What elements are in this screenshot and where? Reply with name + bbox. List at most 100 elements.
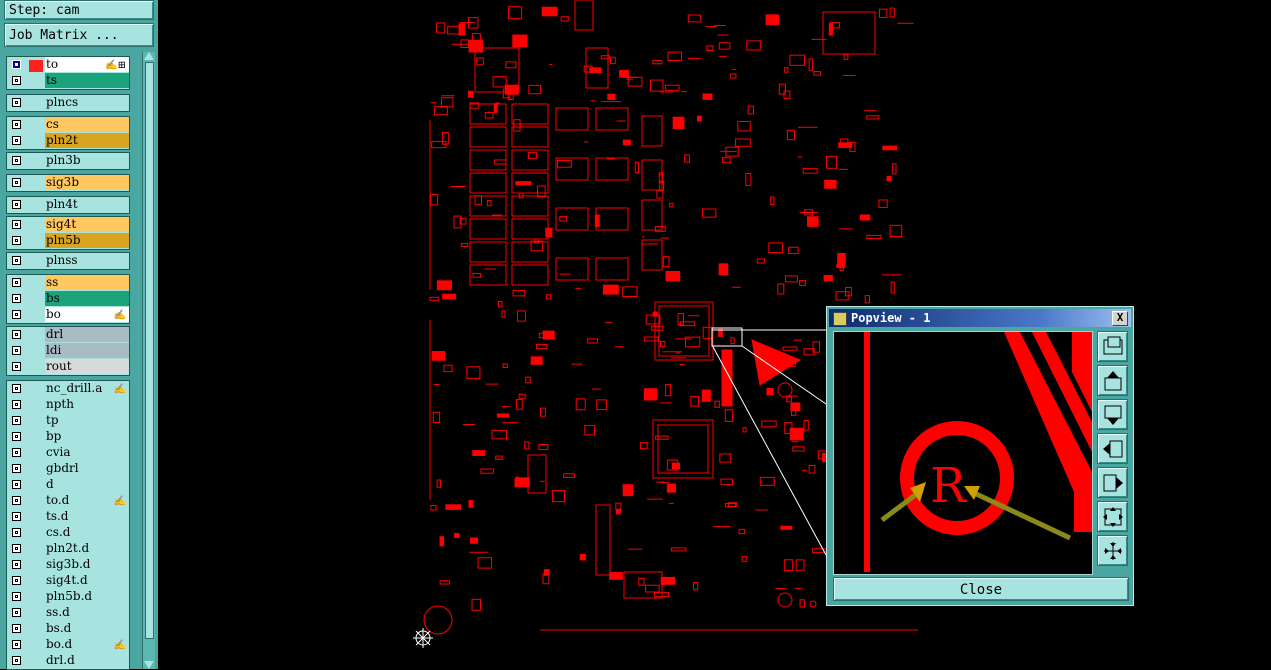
layer-row-pln2t-d[interactable]: pln2t.d xyxy=(7,541,131,557)
layer-checkbox[interactable] xyxy=(12,346,21,355)
layer-checkbox[interactable] xyxy=(12,98,21,107)
layer-name[interactable]: ts xyxy=(45,73,129,88)
layer-name[interactable]: sig4t xyxy=(45,217,129,232)
zoom-fit-tool-icon[interactable] xyxy=(1097,331,1128,362)
layer-checkbox[interactable] xyxy=(12,592,21,601)
layer-checkbox[interactable] xyxy=(12,136,21,145)
layer-name[interactable]: to ✍⊞ xyxy=(45,57,129,72)
layer-checkbox[interactable] xyxy=(12,362,21,371)
layer-name[interactable]: bs xyxy=(45,291,129,306)
layer-name[interactable]: cs.d xyxy=(45,525,129,540)
layer-name[interactable]: ts.d xyxy=(45,509,129,524)
layer-name[interactable]: sig3b xyxy=(45,175,129,190)
layer-row-bo-d[interactable]: bo.d ✍ xyxy=(7,637,131,653)
layer-name[interactable]: nc_drill.a ✍ xyxy=(45,381,129,396)
layer-row-drl-d[interactable]: drl.d xyxy=(7,653,131,669)
layer-name[interactable]: plnss xyxy=(45,253,129,268)
layer-checkbox[interactable] xyxy=(12,480,21,489)
layer-checkbox[interactable] xyxy=(12,278,21,287)
layer-row-pln2t[interactable]: pln2t xyxy=(7,133,131,149)
layer-checkbox[interactable] xyxy=(12,60,21,69)
scroll-down-arrow-icon[interactable] xyxy=(144,661,154,669)
layer-name[interactable]: gbdrl xyxy=(45,461,129,476)
layer-row-pln3b[interactable]: pln3b xyxy=(7,153,131,169)
layer-row-tp[interactable]: tp xyxy=(7,413,131,429)
layer-row-ts[interactable]: ts xyxy=(7,73,131,89)
layer-checkbox[interactable] xyxy=(12,330,21,339)
layer-row-plnss[interactable]: plnss xyxy=(7,253,131,269)
layer-checkbox[interactable] xyxy=(12,576,21,585)
layer-name[interactable]: pln3b xyxy=(45,153,129,168)
layer-row-cs[interactable]: cs xyxy=(7,117,131,133)
layer-row-drl[interactable]: drl xyxy=(7,327,131,343)
pan-left-icon[interactable] xyxy=(1097,433,1128,464)
pan-down-icon[interactable] xyxy=(1097,399,1128,430)
popview-canvas[interactable]: R xyxy=(833,331,1093,575)
layer-row-to[interactable]: to ✍⊞ xyxy=(7,57,131,73)
layer-row-npth[interactable]: npth xyxy=(7,397,131,413)
scroll-thumb[interactable] xyxy=(145,62,154,639)
layer-checkbox[interactable] xyxy=(12,528,21,537)
layer-name[interactable]: bs.d xyxy=(45,621,129,636)
layer-name[interactable]: bo.d ✍ xyxy=(45,637,129,652)
layer-name[interactable]: plncs xyxy=(45,95,129,110)
popview-titlebar[interactable]: Popview - 1 X xyxy=(829,309,1131,327)
layer-checkbox[interactable] xyxy=(12,544,21,553)
layer-checkbox[interactable] xyxy=(12,496,21,505)
pan-up-icon[interactable] xyxy=(1097,365,1128,396)
layer-row-ldi[interactable]: ldi xyxy=(7,343,131,359)
close-button[interactable]: Close xyxy=(833,577,1129,601)
layer-row-to-d[interactable]: to.d ✍ xyxy=(7,493,131,509)
pan-right-icon[interactable] xyxy=(1097,467,1128,498)
layer-scrollbar[interactable] xyxy=(142,52,155,669)
layer-row-nc-drill-a[interactable]: nc_drill.a ✍ xyxy=(7,381,131,397)
layer-row-sig4t[interactable]: sig4t xyxy=(7,217,131,233)
layer-row-pln5b-d[interactable]: pln5b.d xyxy=(7,589,131,605)
layer-checkbox[interactable] xyxy=(12,432,21,441)
layer-checkbox[interactable] xyxy=(12,400,21,409)
job-matrix-button[interactable]: Job Matrix ... xyxy=(4,23,154,47)
layer-row-ss[interactable]: ss xyxy=(7,275,131,291)
layer-checkbox[interactable] xyxy=(12,608,21,617)
layer-name[interactable]: npth xyxy=(45,397,129,412)
layer-row-sig3b-d[interactable]: sig3b.d xyxy=(7,557,131,573)
layer-row-gbdrl[interactable]: gbdrl xyxy=(7,461,131,477)
layer-checkbox[interactable] xyxy=(12,512,21,521)
layer-name[interactable]: drl.d xyxy=(45,653,129,668)
layer-name[interactable]: pln2t xyxy=(45,133,129,148)
layer-checkbox[interactable] xyxy=(12,236,21,245)
layer-name[interactable]: pln2t.d xyxy=(45,541,129,556)
layer-name[interactable]: cvia xyxy=(45,445,129,460)
layer-checkbox[interactable] xyxy=(12,560,21,569)
layer-checkbox[interactable] xyxy=(12,178,21,187)
layer-name[interactable]: bp xyxy=(45,429,129,444)
layer-name[interactable]: bo ✍ xyxy=(45,307,129,322)
layer-checkbox[interactable] xyxy=(12,120,21,129)
layer-row-bp[interactable]: bp xyxy=(7,429,131,445)
layer-name[interactable]: ss.d xyxy=(45,605,129,620)
layer-row-pln5b[interactable]: pln5b xyxy=(7,233,131,249)
layer-checkbox[interactable] xyxy=(12,416,21,425)
layer-checkbox[interactable] xyxy=(12,624,21,633)
layer-checkbox[interactable] xyxy=(12,156,21,165)
layer-name[interactable]: drl xyxy=(45,327,129,342)
layer-row-sig3b[interactable]: sig3b xyxy=(7,175,131,191)
layer-row-cvia[interactable]: cvia xyxy=(7,445,131,461)
layer-checkbox[interactable] xyxy=(12,448,21,457)
layer-name[interactable]: ss xyxy=(45,275,129,290)
zoom-in-icon[interactable] xyxy=(1097,501,1128,532)
layer-checkbox[interactable] xyxy=(12,76,21,85)
layer-row-rout[interactable]: rout xyxy=(7,359,131,375)
layer-checkbox[interactable] xyxy=(12,464,21,473)
layer-checkbox[interactable] xyxy=(12,294,21,303)
layer-row-ts-d[interactable]: ts.d xyxy=(7,509,131,525)
layer-checkbox[interactable] xyxy=(12,656,21,665)
layer-checkbox[interactable] xyxy=(12,384,21,393)
layer-row-bo[interactable]: bo ✍ xyxy=(7,307,131,323)
layer-name[interactable]: rout xyxy=(45,359,129,374)
layer-row-d[interactable]: d xyxy=(7,477,131,493)
layer-row-pln4t[interactable]: pln4t xyxy=(7,197,131,213)
layer-row-sig4t-d[interactable]: sig4t.d xyxy=(7,573,131,589)
layer-checkbox[interactable] xyxy=(12,200,21,209)
layer-name[interactable]: d xyxy=(45,477,129,492)
